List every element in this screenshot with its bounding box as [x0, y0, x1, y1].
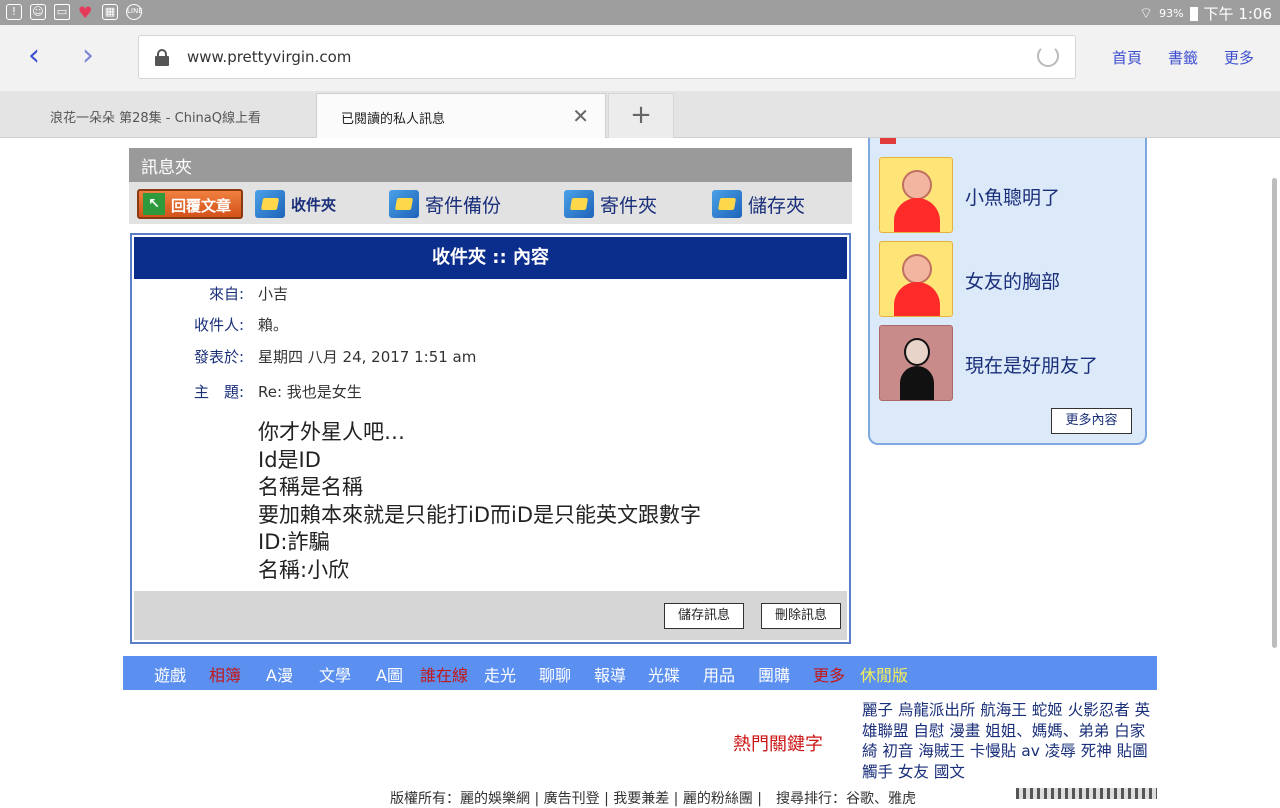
- folder-saved[interactable]: 儲存夾: [712, 189, 805, 219]
- body-line: Id是ID: [258, 447, 321, 472]
- battery-percent: 93%: [1159, 7, 1184, 20]
- new-tab-button[interactable]: +: [608, 93, 674, 138]
- nav-item-group-buy[interactable]: 團購: [758, 662, 790, 686]
- body-line: 名稱:小欣: [258, 557, 350, 582]
- notification-icon: !: [6, 4, 22, 20]
- avatar: [879, 157, 953, 233]
- tab-private-message[interactable]: 已閱讀的私人訊息 ✕: [316, 93, 606, 138]
- tab-chinaq[interactable]: 浪花一朵朵 第28集 - ChinaQ線上看: [30, 93, 315, 138]
- nav-item-literature[interactable]: 文學: [319, 662, 351, 686]
- battery-icon: [1189, 6, 1198, 21]
- folder-label: 收件夾: [291, 195, 337, 214]
- line-icon: LINE: [126, 4, 143, 20]
- folder-icon: [712, 190, 742, 218]
- counter-image: [1016, 788, 1157, 799]
- from-value[interactable]: 小吉: [258, 283, 288, 304]
- footer-links[interactable]: 版權所有：麗的娛樂網 | 廣告刊登 | 我要兼差 | 麗的粉絲團 | 搜尋排行：…: [390, 788, 916, 808]
- status-bar: ! ☺ ▭ ♥ ▦ LINE ⌔ 93% 下午 1:06: [0, 0, 1280, 25]
- folder-outbox[interactable]: 寄件夾: [564, 189, 657, 219]
- image-icon: ▦: [102, 4, 118, 20]
- clock: 下午 1:06: [1203, 5, 1272, 23]
- sidebar-item[interactable]: 女友的胸部: [879, 241, 1147, 317]
- home-link[interactable]: 首頁: [1112, 47, 1142, 68]
- date-label: 發表於:: [193, 348, 244, 366]
- folder-icon: [389, 190, 419, 218]
- folder-label: 寄件夾: [600, 194, 658, 217]
- nav-item-chat[interactable]: 聊聊: [539, 662, 571, 686]
- folder-sent-backup[interactable]: 寄件備份: [389, 189, 501, 219]
- nav-item-albums[interactable]: 相簿: [209, 662, 241, 686]
- related-sidebar: 小魚聰明了 女友的胸部 現在是好朋友了 更多內容: [868, 138, 1147, 445]
- hot-keywords-list[interactable]: 麗子 烏龍派出所 航海王 蛇姬 火影忍者 英雄聯盟 自慰 漫畫 姐姐、媽媽、弟弟…: [862, 700, 1158, 782]
- body-line: 名稱是名稱: [258, 475, 363, 499]
- folder-label: 寄件備份: [425, 194, 502, 217]
- more-link[interactable]: 更多: [1224, 47, 1254, 68]
- from-label: 來自:: [208, 285, 244, 303]
- heart-icon: ♥: [78, 3, 93, 22]
- forward-button[interactable]: ›: [82, 39, 94, 73]
- bottom-nav: 遊戲 相簿 A漫 文學 A圖 誰在線 走光 聊聊 報導 光碟 用品 團購 更多 …: [123, 656, 1157, 690]
- nav-item-online[interactable]: 誰在線: [420, 662, 468, 686]
- nav-item-leisure[interactable]: 休閒版: [860, 662, 908, 686]
- smiley-icon: ☺: [30, 4, 46, 20]
- message-icon: ▭: [54, 4, 70, 20]
- body-line: ID:詐騙: [258, 530, 330, 554]
- more-content-button[interactable]: 更多內容: [1051, 408, 1132, 434]
- nav-item-discs[interactable]: 光碟: [648, 662, 680, 686]
- panel-footer: 儲存訊息 刪除訊息: [134, 591, 847, 640]
- sidebar-item-label: 女友的胸部: [965, 271, 1061, 293]
- sidebar-item[interactable]: 現在是好朋友了: [879, 325, 1147, 401]
- nav-item-supplies[interactable]: 用品: [703, 662, 735, 686]
- nav-item-more[interactable]: 更多: [813, 662, 845, 686]
- sidebar-item[interactable]: 小魚聰明了: [879, 157, 1147, 233]
- post-reply-label: 回覆文章: [171, 197, 232, 215]
- address-bar[interactable]: www.prettyvirgin.com: [138, 35, 1076, 79]
- reload-icon[interactable]: [1037, 45, 1059, 67]
- hot-keywords-title: 熱門關鍵字: [733, 734, 823, 755]
- folder-icon: [564, 190, 594, 218]
- body-line: 要加賴本來就是只能打iD而iD是只能英文跟數字: [258, 502, 702, 527]
- delete-message-button[interactable]: 刪除訊息: [761, 603, 841, 629]
- sidebar-top-icon: [880, 138, 896, 144]
- browser-toolbar: ‹ › www.prettyvirgin.com 首頁 書籤 更多: [0, 25, 1280, 91]
- date-value: 星期四 八月 24, 2017 1:51 am: [258, 348, 477, 366]
- message-body: 你才外星人吧… Id是ID 名稱是名稱 要加賴本來就是只能打iD而iD是只能英文…: [258, 419, 701, 584]
- sidebar-item-label: 小魚聰明了: [965, 187, 1061, 209]
- close-tab-icon[interactable]: ✕: [572, 104, 589, 128]
- status-right: ⌔ 93% 下午 1:06: [1139, 3, 1272, 24]
- nav-item-reports[interactable]: 報導: [594, 662, 626, 686]
- scrollbar[interactable]: [1272, 178, 1277, 648]
- tab-title: 已閱讀的私人訊息: [341, 112, 446, 127]
- subject-value: Re: 我也是女生: [258, 383, 362, 401]
- wifi-icon: ⌔: [1138, 4, 1154, 22]
- nav-item-games[interactable]: 遊戲: [154, 662, 186, 686]
- tab-strip: 浪花一朵朵 第28集 - ChinaQ線上看 已閱讀的私人訊息 ✕ +: [0, 91, 1280, 138]
- avatar: [879, 325, 953, 401]
- body-line: 你才外星人吧…: [258, 420, 405, 444]
- nav-item-a-comics[interactable]: A漫: [266, 662, 293, 686]
- url-text: www.prettyvirgin.com: [187, 48, 352, 66]
- save-message-button[interactable]: 儲存訊息: [664, 603, 744, 629]
- bookmarks-link[interactable]: 書籤: [1168, 47, 1198, 68]
- back-button[interactable]: ‹: [28, 39, 40, 73]
- to-label: 收件人:: [193, 316, 244, 334]
- avatar: [879, 241, 953, 317]
- post-reply-button[interactable]: ↖ 回覆文章: [137, 189, 243, 219]
- reply-arrow-icon: ↖: [143, 193, 165, 215]
- web-page: 訊息夾 ↖ 回覆文章 收件夾 寄件備份 寄件夾 儲存夾 收件夾 :: 內容 來自…: [0, 138, 1280, 807]
- subject-label: 主 題:: [193, 383, 244, 401]
- folder-bar: ↖ 回覆文章 收件夾 寄件備份 寄件夾 儲存夾: [129, 182, 852, 224]
- tab-title: 浪花一朵朵 第28集 - ChinaQ線上看: [50, 111, 261, 126]
- folder-icon: [255, 190, 285, 218]
- nav-item-exposure[interactable]: 走光: [484, 662, 516, 686]
- sidebar-item-label: 現在是好朋友了: [965, 355, 1099, 377]
- folder-label: 儲存夾: [748, 194, 806, 217]
- nav-item-a-images[interactable]: A圖: [376, 662, 403, 686]
- panel-title: 收件夾 :: 內容: [134, 237, 847, 279]
- to-value[interactable]: 賴。: [258, 314, 288, 335]
- message-panel: 收件夾 :: 內容 來自: 小吉 收件人: 賴。 發表於: 星期四 八月 24,…: [130, 233, 851, 644]
- folder-inbox[interactable]: 收件夾: [255, 189, 336, 219]
- lock-icon: [155, 49, 169, 66]
- message-folder-header: 訊息夾: [129, 148, 852, 182]
